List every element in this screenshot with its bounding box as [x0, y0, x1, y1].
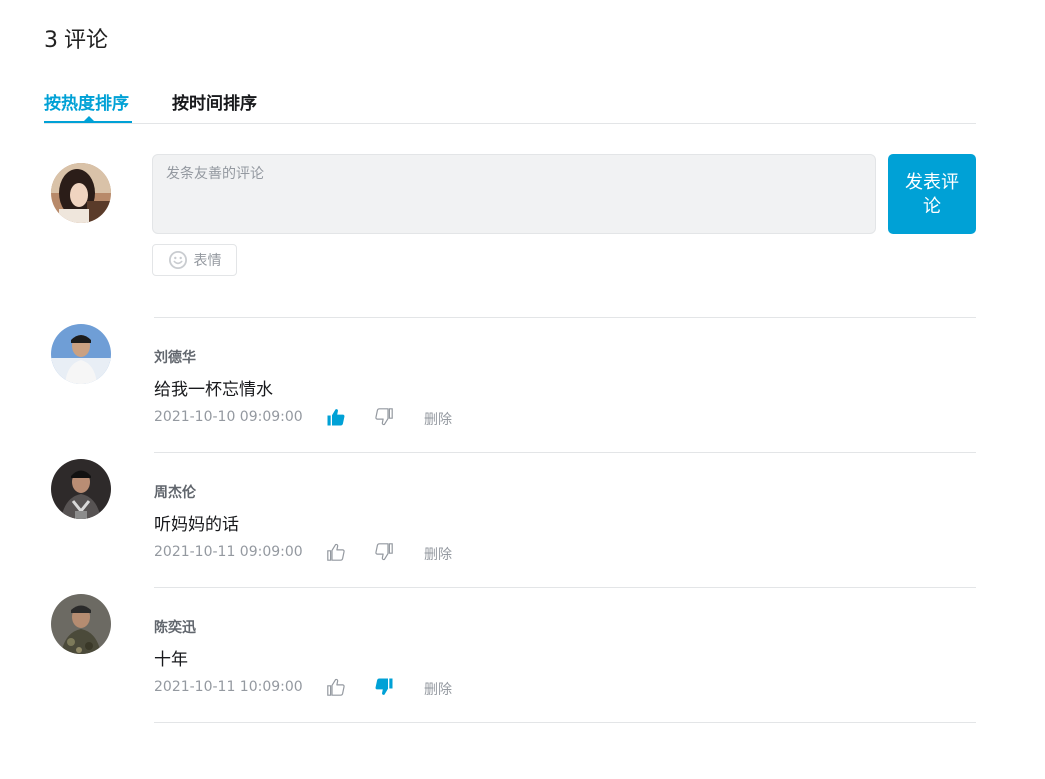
delete-button[interactable]: 删除	[424, 679, 452, 699]
thumbs-up-icon[interactable]	[326, 542, 346, 562]
active-tab-underline	[44, 121, 132, 123]
emoji-button[interactable]: 表情	[152, 244, 237, 276]
delete-button[interactable]: 删除	[424, 544, 452, 564]
comment-divider	[154, 587, 976, 588]
comment-username: 周杰伦	[154, 485, 196, 501]
smiley-icon	[168, 251, 187, 269]
thumbs-down-icon[interactable]	[374, 542, 394, 562]
emoji-label: 表情	[193, 253, 222, 269]
comment-divider	[154, 722, 976, 723]
comment-input[interactable]	[152, 154, 876, 234]
comment-time: 2021-10-11 10:09:00	[154, 679, 303, 695]
avatar	[51, 594, 111, 654]
comment-username: 陈奕迅	[154, 620, 196, 636]
tab-sort-by-hot[interactable]: 按热度排序	[44, 89, 129, 114]
submit-comment-button[interactable]: 发表评论	[888, 154, 976, 234]
tab-sort-by-time[interactable]: 按时间排序	[172, 89, 257, 114]
avatar	[51, 324, 111, 384]
comment-item: 陈奕迅 十年 2021-10-11 10:09:00 删除	[44, 587, 976, 723]
comment-username: 刘德华	[154, 350, 196, 366]
comment-text: 给我一杯忘情水	[154, 380, 273, 400]
active-tab-caret	[84, 116, 94, 121]
thumbs-down-icon[interactable]	[374, 677, 394, 697]
delete-button[interactable]: 删除	[424, 409, 452, 429]
avatar	[51, 459, 111, 519]
comment-item: 周杰伦 听妈妈的话 2021-10-11 09:09:00 删除	[44, 452, 976, 588]
comment-text: 十年	[154, 650, 188, 670]
comment-title: 评论	[64, 28, 109, 53]
thumbs-down-icon[interactable]	[374, 407, 394, 427]
comment-count: 3	[44, 28, 58, 53]
comment-time: 2021-10-11 09:09:00	[154, 544, 303, 560]
thumbs-up-icon[interactable]	[326, 407, 346, 427]
thumbs-up-icon[interactable]	[326, 677, 346, 697]
comment-time: 2021-10-10 09:09:00	[154, 409, 303, 425]
current-user-avatar	[51, 163, 111, 223]
comment-divider	[154, 452, 976, 453]
comment-header: 3 评论	[44, 22, 108, 54]
sort-tabs: 按热度排序 按时间排序	[44, 86, 976, 124]
comment-item: 刘德华 给我一杯忘情水 2021-10-10 09:09:00 删除	[44, 317, 976, 453]
comment-text: 听妈妈的话	[154, 515, 239, 535]
comment-divider	[154, 317, 976, 318]
